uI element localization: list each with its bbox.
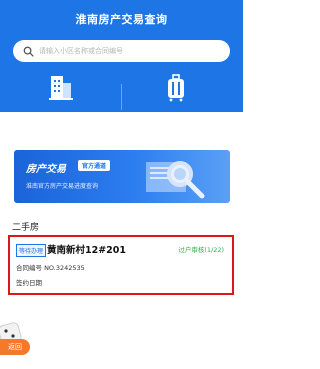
suitcase-icon	[168, 74, 184, 102]
banner-tag: 官方通道	[78, 160, 111, 171]
banner-subtitle: 淮南官方房产交易进度查询	[26, 183, 99, 190]
magnifier-illustration-icon	[146, 161, 205, 199]
header: 淮南房产交易查询 请输入小区名称或合同编号 二手房 租房	[0, 0, 243, 122]
search-input[interactable]: 请输入小区名称或合同编号	[13, 40, 230, 62]
nav-label-second-hand: 二手房	[50, 114, 72, 122]
search-placeholder: 请输入小区名称或合同编号	[39, 47, 123, 55]
nav-divider	[121, 84, 122, 110]
building-icon	[49, 76, 73, 100]
section-title: 二手房	[12, 223, 40, 233]
page-title: 淮南房产交易查询	[75, 13, 168, 26]
nav-item-rent[interactable]: 租房	[146, 72, 206, 123]
property-name: 黄南新村12#201	[47, 245, 127, 256]
search-icon	[23, 46, 34, 57]
transaction-card[interactable]: 等待办理 黄南新村12#201 过户审核(1/22) 合同编号 NO.32425…	[8, 235, 234, 295]
nav-item-second-hand[interactable]: 二手房	[31, 72, 91, 123]
sign-date-label: 签约日期	[16, 279, 42, 287]
back-button[interactable]: 返回	[0, 339, 30, 355]
progress-status: 过户审核(1/22)	[178, 246, 224, 254]
banner-title: 房产交易	[26, 164, 66, 175]
contract-number: 合同编号 NO.3242535	[16, 264, 85, 272]
promo-banner[interactable]: 房产交易 官方通道 淮南官方房产交易进度查询	[14, 150, 230, 203]
nav-label-rent: 租房	[169, 114, 183, 122]
status-badge: 等待办理	[16, 244, 47, 257]
